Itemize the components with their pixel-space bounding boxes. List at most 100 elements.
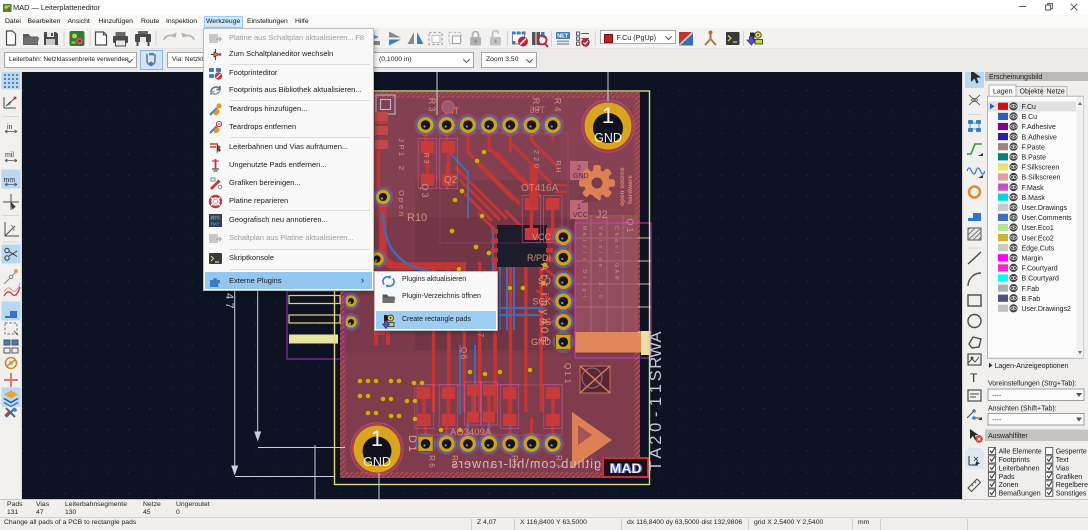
svg-text:Leiterbahnen: Leiterbahnen [999,465,1040,472]
svg-text:h: h [613,233,619,236]
svg-text:2: 2 [397,166,406,170]
svg-text:Alle Elemente: Alle Elemente [999,449,1042,456]
svg-text:R7?: R7? [211,216,220,221]
svg-text:Voreinstellungen (Strg+Tab):: Voreinstellungen (Strg+Tab): [988,381,1077,388]
svg-text:1: 1 [397,152,406,156]
svg-text:R: R [553,98,563,105]
svg-text:NET: NET [557,34,569,40]
svg-text:2: 2 [532,157,541,161]
svg-text:open source: open source [619,167,626,206]
svg-text:e: e [597,233,603,236]
svg-text:----: ---- [992,417,1002,424]
svg-text:VCC: VCC [532,232,552,242]
svg-text:1: 1 [563,371,573,376]
svg-text:S: S [647,370,665,381]
svg-text:6: 6 [459,355,468,360]
svg-text:r: r [613,246,619,248]
svg-text:p: p [397,198,406,202]
svg-text:1: 1 [625,227,635,232]
svg-text:Sonstiges: Sonstiges [1056,490,1087,497]
svg-text:2: 2 [647,436,665,445]
svg-text:User.Drawings2: User.Drawings2 [1022,306,1072,313]
svg-text:B.Cu: B.Cu [1022,114,1038,121]
svg-text:Netze: Netze [1047,89,1065,96]
svg-text:R4?: R4? [211,222,220,227]
svg-text:Ansichten (Shift+Tab):: Ansichten (Shift+Tab): [988,406,1057,413]
svg-text:AO3409A: AO3409A [450,427,492,438]
svg-text:SCK: SCK [532,297,551,307]
svg-text:V: V [597,226,603,230]
svg-text:2: 2 [597,282,603,285]
svg-text:F.Paste: F.Paste [1022,144,1045,151]
svg-text:B.Mask: B.Mask [1022,195,1046,202]
svg-text:R/PDI: R/PDI [527,253,551,263]
svg-text:hardware: hardware [627,175,634,204]
svg-text:x: x [581,258,587,261]
svg-text:Auswahlfilter: Auswahlfilter [988,433,1028,440]
svg-text:W: W [647,342,665,358]
svg-text:0: 0 [647,423,665,432]
svg-text:Q: Q [625,218,635,225]
svg-text:6: 6 [427,463,436,468]
svg-text:User.Eco1: User.Eco1 [1022,225,1054,232]
svg-text:B.Paste: B.Paste [1022,155,1047,162]
svg-text:MAD: MAD [610,460,642,476]
svg-text:7: 7 [223,302,235,308]
svg-text:J2: J2 [596,209,608,221]
svg-text:OT416A: OT416A [521,183,559,194]
svg-text:F.Adhesive: F.Adhesive [1022,124,1056,131]
svg-text:J: J [397,138,406,142]
svg-text:D: D [581,269,587,273]
svg-text:B.Adhesive: B.Adhesive [1022,134,1058,141]
svg-text:Lagen-Anzeigeoptionen: Lagen-Anzeigeoptionen [995,363,1069,370]
svg-text:B.Courtyard: B.Courtyard [1022,276,1059,283]
svg-text:r: r [597,239,603,241]
svg-text:i: i [581,277,587,278]
svg-text:G: G [613,263,619,267]
svg-text:----: ---- [992,393,1002,400]
svg-text:R: R [613,276,619,280]
svg-text:1: 1 [647,384,665,393]
svg-text:0: 0 [532,164,541,168]
svg-text:Erscheinungsbild: Erscheinungsbild [989,74,1042,81]
svg-text:1: 1 [647,397,665,406]
svg-text:Q: Q [563,363,573,370]
svg-text:1: 1 [371,426,383,451]
svg-text:0: 0 [538,327,550,333]
svg-text:Vias: Vias [1056,465,1070,472]
svg-text:B.Fab: B.Fab [1022,296,1041,303]
svg-text:Footprints: Footprints [999,457,1031,464]
svg-text:R: R [531,98,541,105]
svg-text:User.Comments: User.Comments [1022,215,1073,222]
svg-text:r: r [581,246,587,248]
svg-text:R: R [554,160,563,166]
svg-text:D: D [406,435,418,443]
svg-text:R10: R10 [407,212,427,224]
svg-text:github.com\htl-ranwers: github.com\htl-ranwers [450,457,601,471]
svg-text:Pads: Pads [999,474,1015,481]
svg-text:p: p [581,288,587,291]
svg-text:n: n [597,264,603,267]
svg-text:Grafiken: Grafiken [1056,474,1083,481]
svg-text:C: C [613,226,619,230]
svg-text:mm: mm [4,177,16,184]
svg-text:P: P [397,144,406,149]
svg-text:y: y [538,309,550,315]
svg-text:GND: GND [363,455,391,469]
svg-text:Q: Q [420,183,430,190]
svg-text:3: 3 [422,160,429,164]
svg-text:Lagen: Lagen [993,89,1013,96]
svg-text:1: 1 [577,204,581,211]
svg-text:Edge.Cuts: Edge.Cuts [1022,245,1055,252]
svg-text:User.Drawings: User.Drawings [1022,205,1068,212]
svg-text:User.Eco2: User.Eco2 [1022,235,1054,242]
svg-text:1: 1 [406,445,418,451]
svg-text:s: s [581,282,587,285]
svg-text:Q2: Q2 [444,175,458,186]
svg-text:i: i [538,293,550,295]
svg-text:R: R [427,98,437,105]
svg-text:7: 7 [476,333,485,338]
svg-text:in: in [7,124,13,131]
svg-text:Q: Q [459,347,468,353]
svg-text:4: 4 [223,293,235,299]
